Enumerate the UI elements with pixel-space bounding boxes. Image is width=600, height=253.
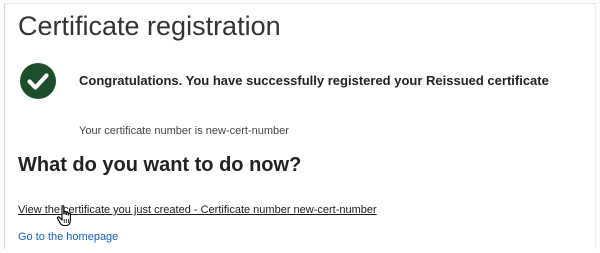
homepage-link[interactable]: Go to the homepage [18,230,118,244]
certificate-number-text: Your certificate number is new-cert-numb… [79,125,289,137]
hand-pointer-icon [56,204,74,228]
page-title: Certificate registration [18,11,281,41]
success-message: Congratulations. You have successfully r… [79,73,549,88]
next-steps-heading: What do you want to do now? [18,154,302,176]
check-circle-icon [19,62,57,100]
